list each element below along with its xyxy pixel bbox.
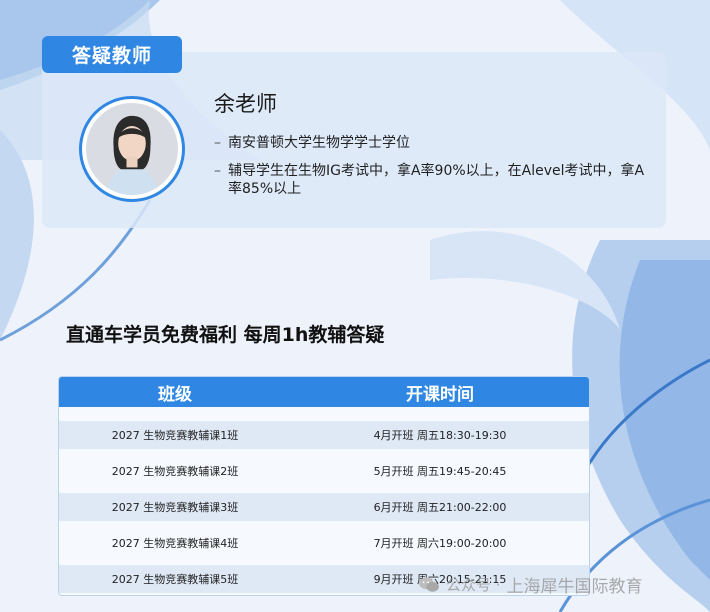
- teacher-portrait-icon: [86, 103, 178, 195]
- watermark-brand: 上海犀牛国际教育: [506, 577, 643, 597]
- cell-time: 4月开班 周五18:30-19:30: [373, 429, 507, 442]
- cell-class: 2027 生物竞赛教辅课3班: [111, 501, 239, 514]
- credential-text: 辅导学生在生物IG考试中，拿A率90%以上，在Alevel考试中，拿A率85%以…: [228, 163, 645, 197]
- wechat-icon: [419, 576, 439, 592]
- table-row: 2027 生物竞赛教辅课4班 7月开班 周六19:00-20:00: [59, 529, 589, 557]
- cell-time: 7月开班 周六19:00-20:00: [373, 537, 507, 550]
- cell-class: 2027 生物竞赛教辅课4班: [111, 537, 239, 550]
- teacher-name: 余老师: [214, 92, 277, 116]
- header-class: 班级: [158, 384, 192, 405]
- cell-class: 2027 生物竞赛教辅课5班: [111, 573, 239, 586]
- table-row: 2027 生物竞赛教辅课2班 5月开班 周五19:45-20:45: [59, 457, 589, 485]
- cell-class: 2027 生物竞赛教辅课1班: [111, 429, 239, 442]
- bullet-dash: –: [214, 163, 221, 179]
- section-tag: 答疑教师: [42, 36, 182, 73]
- table-row: 2027 生物竞赛教辅课3班 6月开班 周五21:00-22:00: [59, 493, 589, 521]
- table-row: 2027 生物竞赛教辅课1班 4月开班 周五18:30-19:30: [59, 421, 589, 449]
- header-time: 开课时间: [406, 384, 474, 405]
- schedule-table: 班级 开课时间 2027 生物竞赛教辅课1班 4月开班 周五18:30-19:3…: [58, 376, 590, 596]
- cell-class: 2027 生物竞赛教辅课2班: [111, 465, 239, 478]
- watermark-prefix: 公众号 ·: [446, 576, 501, 594]
- credential-text: 南安普顿大学生物学学士学位: [228, 135, 410, 151]
- credential-item: – 辅导学生在生物IG考试中，拿A率90%以上，在Alevel考试中，拿A率85…: [214, 162, 648, 198]
- benefit-headline: 直通车学员免费福利 每周1h教辅答疑: [66, 324, 385, 346]
- bullet-dash: –: [214, 135, 221, 151]
- cell-time: 6月开班 周五21:00-22:00: [373, 501, 507, 514]
- cell-time: 5月开班 周五19:45-20:45: [373, 465, 507, 478]
- table-header: 班级 开课时间: [59, 377, 589, 407]
- credential-item: – 南安普顿大学生物学学士学位: [214, 134, 648, 152]
- teacher-avatar: [79, 96, 185, 202]
- watermark: 公众号 · 上海犀牛国际教育: [418, 572, 643, 597]
